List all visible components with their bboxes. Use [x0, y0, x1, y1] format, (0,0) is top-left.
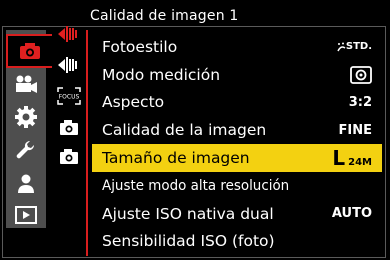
subtab-quality-2[interactable] — [54, 51, 84, 79]
quality-value: FINE — [338, 122, 372, 138]
tab-custom[interactable] — [6, 100, 46, 134]
metering-icon — [350, 65, 372, 84]
dual-iso-value: AUTO — [331, 206, 372, 222]
playback-icon — [15, 206, 37, 224]
tab-my-menu[interactable] — [6, 166, 46, 200]
menu-item-label: Tamaño de imagen — [102, 149, 250, 168]
subtab-quality-1[interactable] — [54, 20, 84, 48]
menu-item-label: Ajuste ISO nativa dual — [102, 204, 274, 223]
menu-list: Fotoestilo STD. Modo medición Aspecto 3:… — [92, 33, 384, 255]
quality-2-icon — [58, 57, 77, 73]
gear-icon — [15, 106, 37, 128]
menu-item-label: Modo medición — [102, 65, 221, 84]
photo-style-value: STD. — [337, 41, 372, 52]
image-size-value: L 24M — [332, 146, 372, 171]
sub-tab-bar: FOCUS — [50, 16, 88, 176]
accent-divider — [86, 30, 88, 256]
menu-item-fotoestilo[interactable]: Fotoestilo STD. — [92, 33, 382, 61]
subtab-camera-1[interactable] — [54, 113, 84, 141]
menu-title: Calidad de imagen 1 — [90, 8, 239, 24]
main-tab-bar — [6, 30, 52, 228]
person-icon — [18, 174, 34, 193]
tab-photo[interactable] — [6, 34, 52, 68]
menu-item-label: Fotoestilo — [102, 37, 178, 56]
menu-item-aspecto[interactable]: Aspecto 3:2 — [92, 89, 382, 117]
photo-style-icon — [337, 42, 346, 52]
wrench-icon — [16, 140, 35, 159]
menu-item-calidad-imagen[interactable]: Calidad de la imagen FINE — [92, 116, 382, 144]
quality-1-icon — [58, 26, 77, 42]
tab-playback[interactable] — [6, 198, 46, 232]
menu-item-label: Aspecto — [102, 93, 165, 112]
camera-icon — [20, 43, 40, 59]
tab-setup[interactable] — [6, 133, 46, 167]
focus-icon: FOCUS — [57, 87, 81, 105]
tab-video[interactable] — [6, 67, 46, 101]
aspect-value: 3:2 — [348, 94, 372, 110]
video-camera-icon — [16, 75, 37, 93]
subtab-camera-2[interactable] — [54, 142, 84, 170]
menu-item-label: Calidad de la imagen — [102, 121, 267, 140]
menu-item-alta-resolucion[interactable]: Ajuste modo alta resolución — [92, 172, 382, 200]
menu-item-tamano-imagen[interactable]: Tamaño de imagen L 24M — [92, 144, 382, 172]
svg-text:FOCUS: FOCUS — [59, 94, 80, 101]
menu-item-label: Ajuste modo alta resolución — [102, 177, 290, 194]
menu-item-iso-nativa-dual[interactable]: Ajuste ISO nativa dual AUTO — [92, 200, 382, 228]
subtab-focus[interactable]: FOCUS — [54, 82, 84, 110]
menu-item-modo-medicion[interactable]: Modo medición — [92, 61, 382, 89]
camera-sub-2-icon — [60, 149, 78, 164]
menu-item-sensibilidad-iso[interactable]: Sensibilidad ISO (foto) — [92, 228, 382, 256]
camera-sub-icon — [60, 120, 78, 135]
menu-item-label: Sensibilidad ISO (foto) — [102, 232, 275, 251]
